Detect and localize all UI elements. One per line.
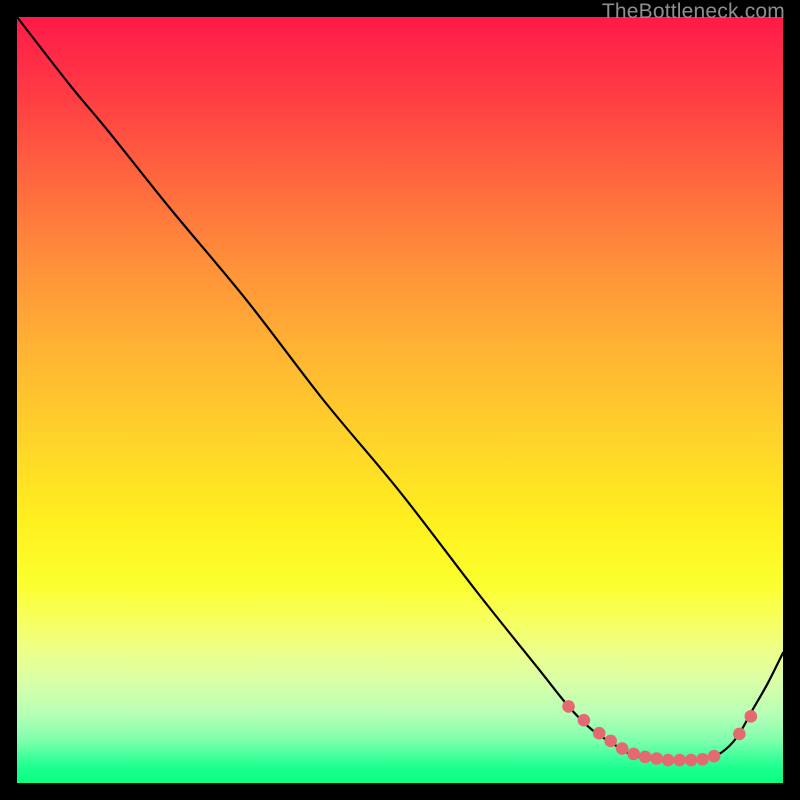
watermark-text: TheBottleneck.com [602, 0, 785, 24]
data-marker [593, 727, 606, 740]
data-marker [708, 750, 721, 763]
data-marker [662, 754, 675, 767]
data-marker [685, 754, 698, 767]
chart-stage: TheBottleneck.com [0, 0, 800, 800]
chart-svg [17, 17, 783, 783]
curve-group [17, 17, 783, 760]
data-marker [627, 748, 640, 761]
gradient-plot-area [17, 17, 783, 783]
data-marker [562, 700, 575, 713]
marker-group [562, 700, 757, 766]
data-marker [745, 710, 758, 723]
data-marker [578, 714, 591, 727]
data-marker [650, 752, 663, 765]
curve-path [17, 17, 783, 760]
data-marker [673, 754, 686, 767]
data-marker [733, 728, 746, 741]
data-marker [604, 735, 617, 748]
data-marker [639, 751, 652, 764]
data-marker [696, 753, 709, 766]
data-marker [616, 742, 629, 755]
